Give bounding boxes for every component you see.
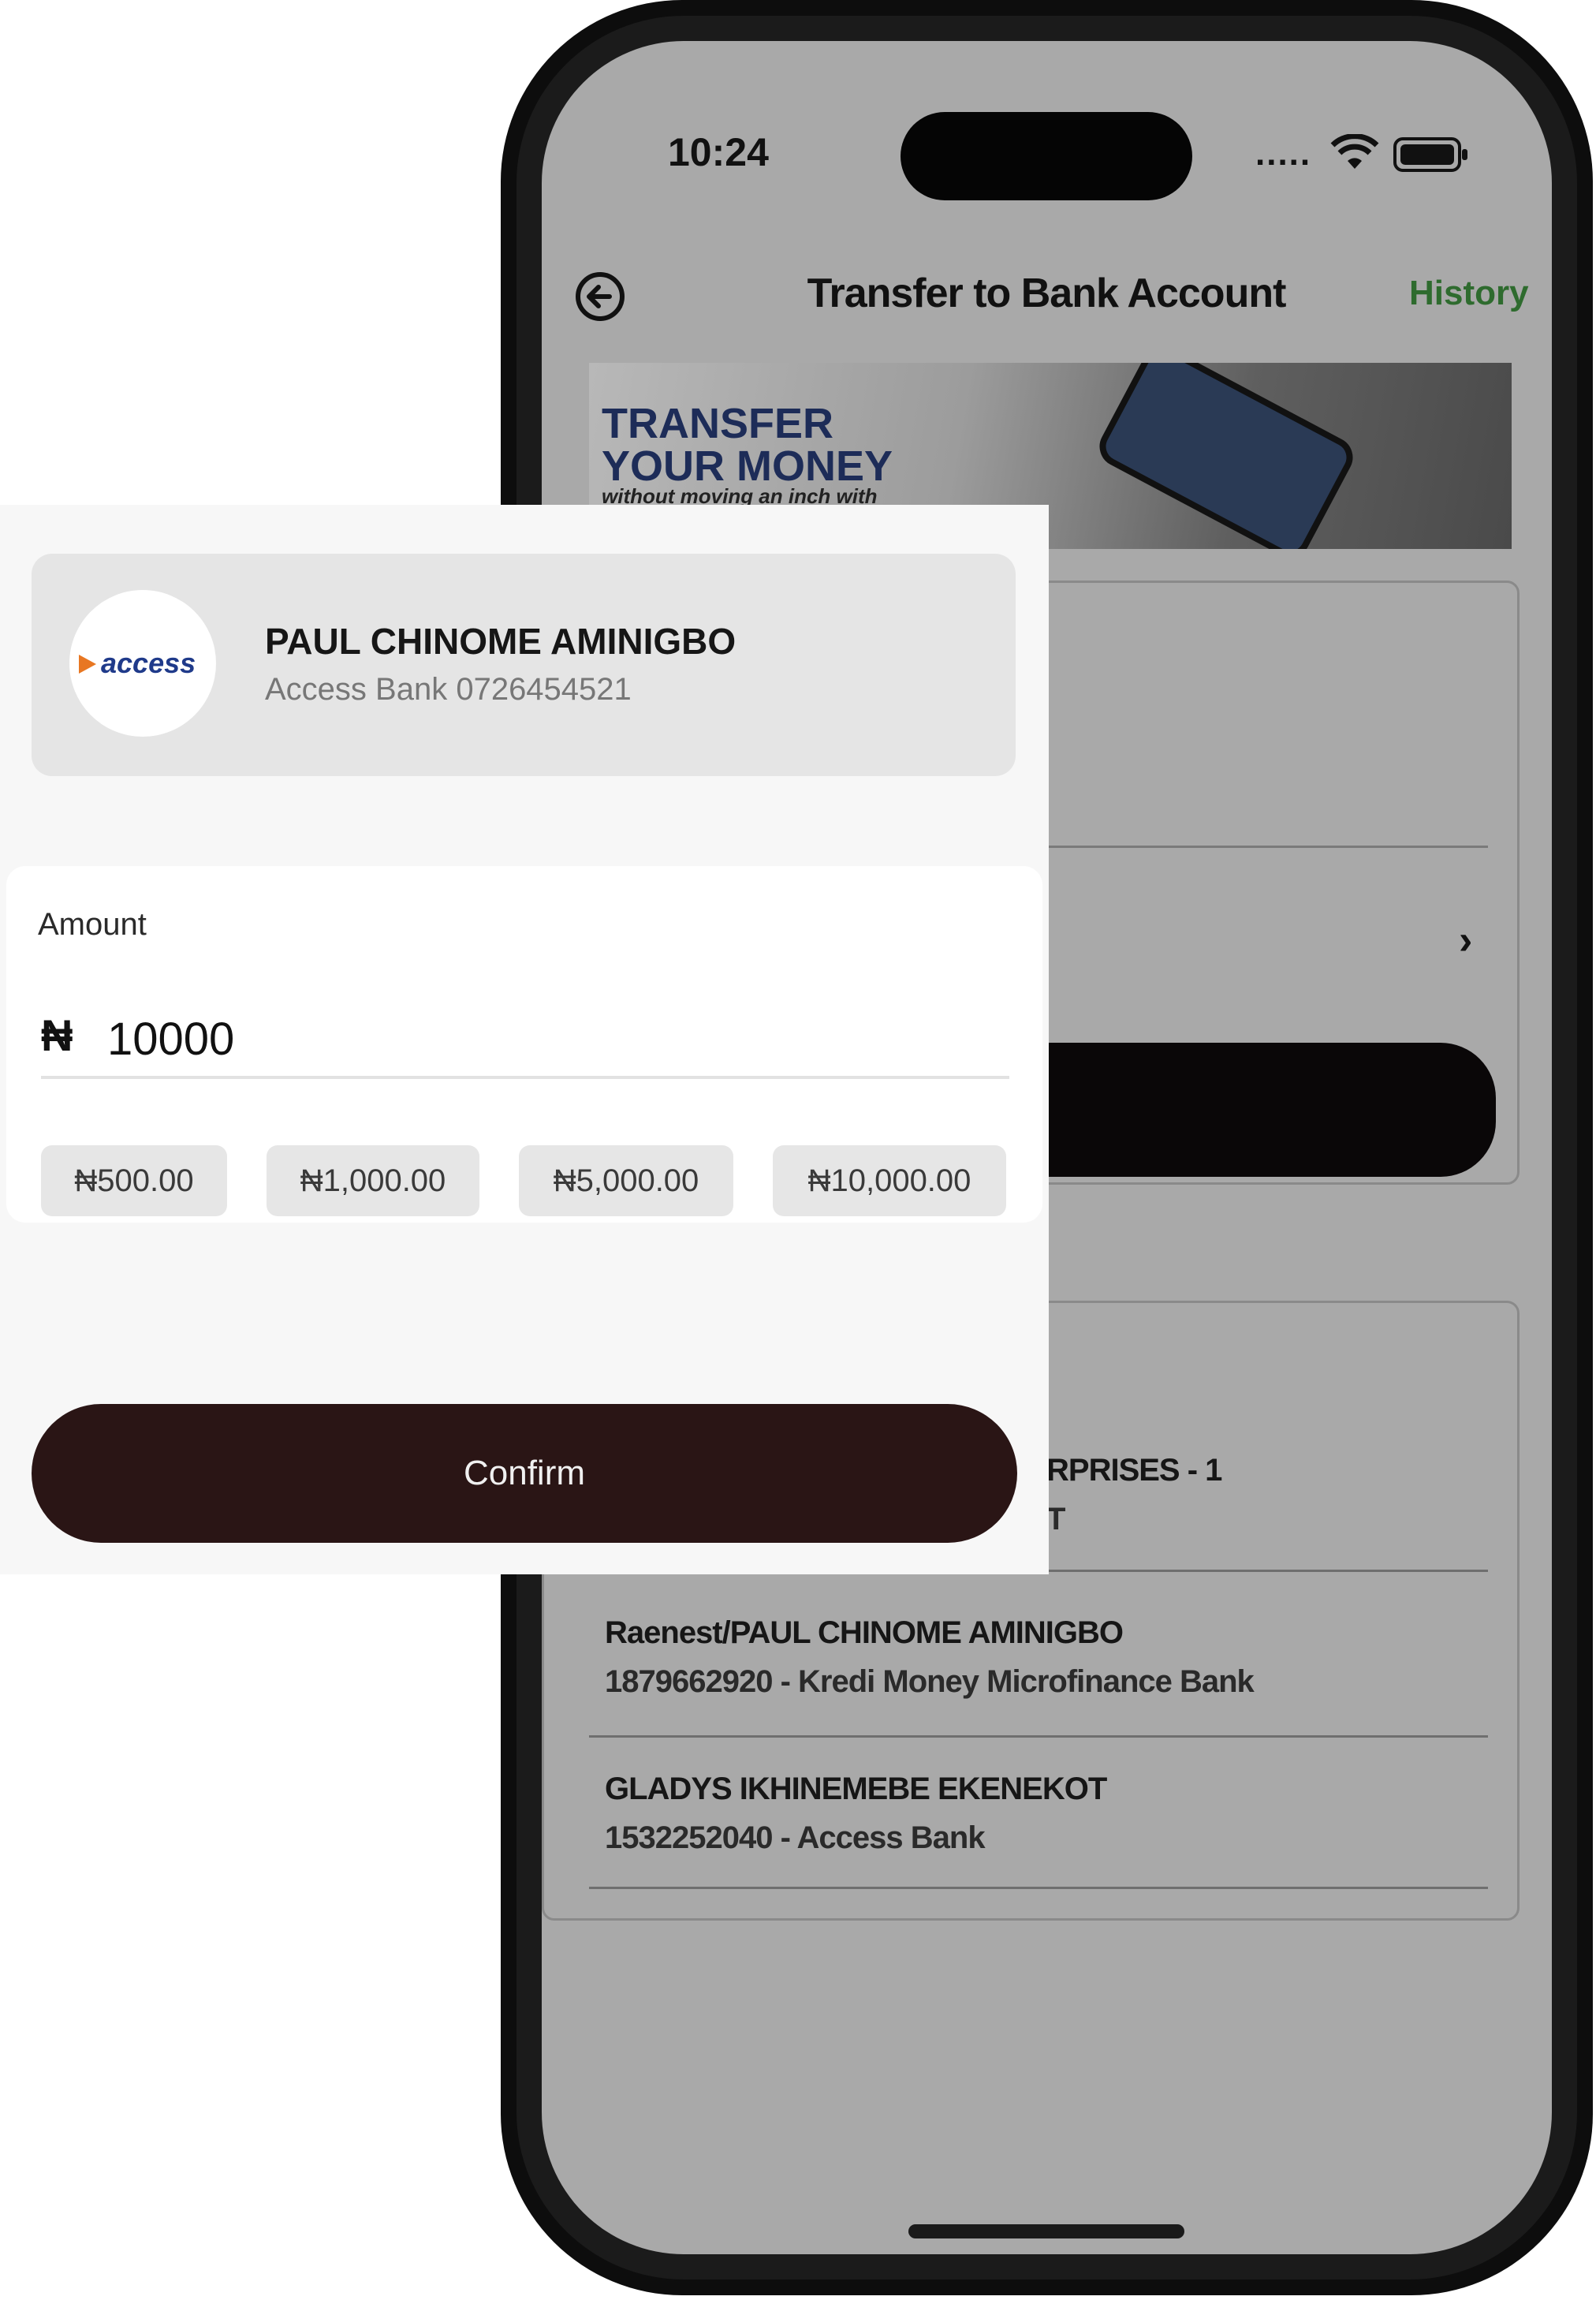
home-indicator[interactable] [908,2224,1184,2238]
list-divider [589,1887,1488,1889]
currency-symbol: ₦ [41,1010,73,1060]
quick-amount-chip[interactable]: ₦1,000.00 [267,1145,479,1216]
recipient-account: Access Bank 0726454521 [265,672,632,707]
recipient-card: access PAUL CHINOME AMINIGBO Access Bank… [32,554,1016,776]
quick-amount-chip[interactable]: ₦5,000.00 [519,1145,733,1216]
back-arrow-icon[interactable] [573,270,627,323]
battery-icon [1393,137,1467,172]
recipient-row-sub: 1532252040 - Access Bank [605,1820,986,1855]
bank-logo-text: access [101,647,196,679]
list-divider [589,1735,1488,1738]
quick-amount-chip[interactable]: ₦10,000.00 [773,1145,1006,1216]
banner-phone-image [1092,363,1360,549]
page-title: Transfer to Bank Account [807,271,1287,316]
wifi-icon [1330,134,1379,169]
bank-logo: access [69,590,216,737]
access-logo-icon [79,655,96,674]
banner-headline: TRANSFER YOUR MONEY [602,400,893,490]
recipient-row-name[interactable]: Raenest/PAUL CHINOME AMINIGBO [605,1615,1124,1651]
amount-label: Amount [38,907,147,942]
signal-icon: ..... [1255,134,1312,173]
quick-amount-chip[interactable]: ₦500.00 [41,1145,227,1216]
confirm-transfer-sheet: access PAUL CHINOME AMINIGBO Access Bank… [0,505,1049,1574]
dynamic-island [901,112,1192,200]
recipient-row-name[interactable]: GLADYS IKHINEMEBE EKENEKOT [605,1772,1107,1807]
amount-underline [41,1076,1009,1079]
chevron-right-icon[interactable]: › [1459,917,1472,964]
amount-input[interactable]: 10000 [107,1013,234,1066]
recipient-name: PAUL CHINOME AMINIGBO [265,621,736,662]
confirm-button[interactable]: Confirm [32,1404,1017,1543]
recipient-row-sub: T [1046,1502,1065,1536]
recipient-row-sub: 1879662920 - Kredi Money Microfinance Ba… [605,1664,1255,1699]
history-link[interactable]: History [1409,274,1529,313]
recipient-row-name[interactable]: RPRISES - 1 [1046,1453,1222,1488]
status-time: 10:24 [668,130,769,174]
